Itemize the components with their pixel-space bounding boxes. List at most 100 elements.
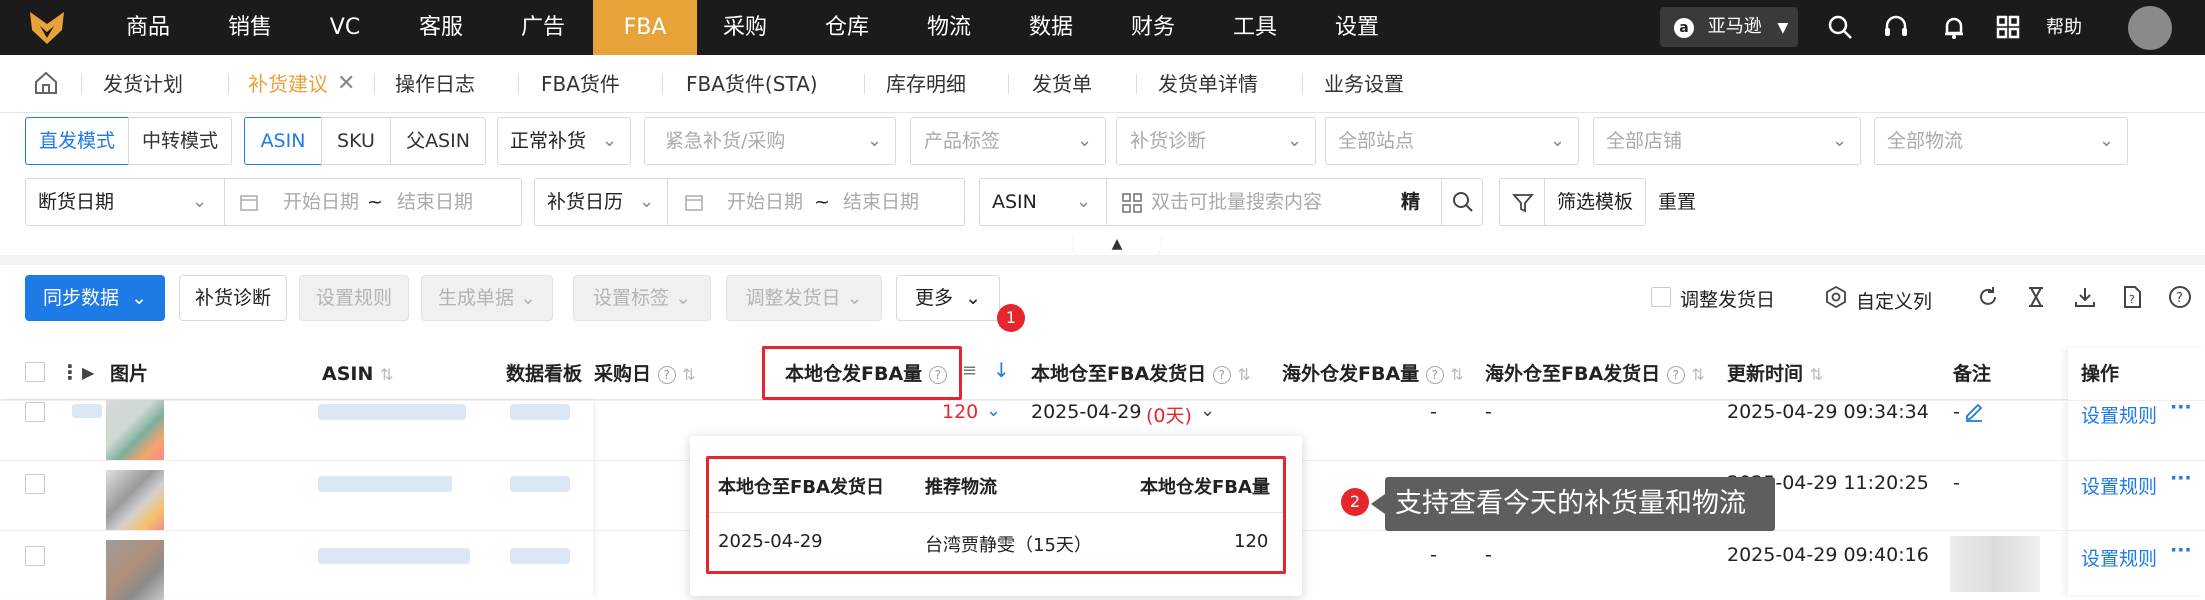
- set-rules-link[interactable]: 设置规则: [2081, 544, 2157, 571]
- sort-icon[interactable]: ⇅: [1810, 365, 1823, 384]
- replenish-diagnosis-button[interactable]: 补货诊断: [179, 275, 287, 321]
- avatar[interactable]: [2128, 6, 2172, 50]
- column-header-purchase-day[interactable]: 采购日 ? ⇅: [594, 348, 696, 400]
- column-header-local-fba-qty[interactable]: 本地仓发FBA量 ?: [785, 348, 947, 400]
- bell-icon[interactable]: [1940, 13, 1968, 41]
- row-checkbox[interactable]: [25, 546, 45, 566]
- parent-asin-toggle[interactable]: 父ASIN: [390, 117, 486, 165]
- tab-shipping-plan[interactable]: 发货计划: [103, 55, 183, 113]
- brand-logo-icon[interactable]: [28, 8, 66, 46]
- stockout-date-range[interactable]: 开始日期 ~ 结束日期: [224, 178, 522, 226]
- column-header-local-ship-day[interactable]: 本地仓至FBA发货日 ? ⇅: [1031, 348, 1251, 400]
- filter-template-button[interactable]: 筛选模板: [1544, 178, 1646, 226]
- nav-item-tools[interactable]: 工具: [1214, 0, 1296, 55]
- nav-item-warehouse[interactable]: 仓库: [806, 0, 888, 55]
- question-icon[interactable]: ?: [657, 365, 676, 384]
- product-thumbnail[interactable]: [106, 470, 164, 530]
- custom-columns-button[interactable]: 自定义列: [1856, 287, 1932, 314]
- calendar-date-range[interactable]: 开始日期 ~ 结束日期: [667, 178, 965, 226]
- column-header-overseas-fba-qty[interactable]: 海外仓发FBA量 ? ⇅: [1282, 348, 1464, 400]
- set-rules-button[interactable]: 设置规则: [299, 275, 409, 321]
- help-document-icon[interactable]: ?: [2120, 285, 2144, 314]
- search-button[interactable]: [1441, 178, 1483, 226]
- more-actions-icon[interactable]: ···: [2170, 539, 2192, 561]
- search-input[interactable]: 双击可批量搜索内容 精: [1106, 178, 1446, 226]
- hexagon-gear-icon[interactable]: [1824, 285, 1848, 314]
- tab-business-settings[interactable]: 业务设置: [1324, 55, 1404, 113]
- home-icon[interactable]: [33, 70, 59, 101]
- nav-item-ads[interactable]: 广告: [502, 0, 584, 55]
- apps-grid-icon[interactable]: [1994, 13, 2022, 41]
- collapse-filters-toggle[interactable]: ▲: [1074, 234, 1160, 256]
- product-thumbnail[interactable]: [106, 400, 164, 460]
- asin-value-blurred[interactable]: [318, 548, 470, 564]
- sort-icon[interactable]: ⇅: [1450, 365, 1463, 384]
- nav-item-sales[interactable]: 销售: [209, 0, 291, 55]
- edit-pencil-icon[interactable]: [1963, 400, 1985, 427]
- nav-item-service[interactable]: 客服: [400, 0, 482, 55]
- tab-inventory-detail[interactable]: 库存明细: [886, 55, 966, 113]
- set-rules-link[interactable]: 设置规则: [2081, 401, 2157, 428]
- sort-icon[interactable]: ⇅: [380, 365, 393, 384]
- adjust-ship-date-button[interactable]: 调整发货日 ⌄: [726, 275, 882, 321]
- set-rules-link[interactable]: 设置规则: [2081, 472, 2157, 499]
- asin-toggle[interactable]: ASIN: [244, 117, 322, 165]
- list-sort-icon[interactable]: ≡: [962, 360, 977, 381]
- more-actions-icon[interactable]: ···: [2170, 467, 2192, 489]
- expand-caret-icon[interactable]: ▶: [82, 363, 94, 382]
- asin-value-blurred[interactable]: [318, 404, 466, 420]
- asin-value-blurred[interactable]: [318, 476, 452, 492]
- tab-operation-log[interactable]: 操作日志: [395, 55, 475, 113]
- more-actions-icon[interactable]: ···: [2170, 396, 2192, 418]
- drag-handle-icon[interactable]: ⋮: [60, 360, 80, 384]
- tab-shipment-detail[interactable]: 发货单详情: [1158, 55, 1258, 113]
- batch-search-icon[interactable]: [1121, 192, 1143, 219]
- urgent-replenish-select[interactable]: 紧急补货/采购 ⌄: [644, 117, 896, 165]
- hourglass-icon[interactable]: [2024, 285, 2048, 314]
- tab-fba-shipment[interactable]: FBA货件: [541, 55, 620, 113]
- transit-mode-toggle[interactable]: 中转模式: [128, 117, 232, 165]
- question-icon[interactable]: ?: [928, 365, 947, 384]
- adjust-ship-day-checkbox[interactable]: [1651, 287, 1671, 307]
- headset-icon[interactable]: [1882, 13, 1910, 41]
- refresh-icon[interactable]: [1976, 285, 2000, 314]
- date-type-select-calendar[interactable]: 补货日历 ⌄: [534, 178, 668, 226]
- site-select[interactable]: 全部站点 ⌄: [1325, 117, 1579, 165]
- direct-mode-toggle[interactable]: 直发模式: [25, 117, 129, 165]
- question-icon[interactable]: ?: [1425, 365, 1444, 384]
- product-tag-select[interactable]: 产品标签 ⌄: [910, 117, 1106, 165]
- nav-item-fba[interactable]: FBA: [593, 0, 697, 55]
- tab-replenish-suggestion[interactable]: 补货建议: [248, 55, 328, 113]
- sort-desc-icon[interactable]: ↓: [993, 358, 1010, 382]
- question-circle-icon[interactable]: ?: [2168, 285, 2192, 314]
- select-all-checkbox[interactable]: [25, 362, 45, 382]
- help-link[interactable]: 帮助: [2046, 0, 2082, 55]
- chevron-down-icon[interactable]: ⌄: [986, 400, 1001, 421]
- reset-button[interactable]: 重置: [1658, 179, 1696, 225]
- replenish-type-select[interactable]: 正常补货 ⌄: [497, 117, 631, 165]
- nav-item-products[interactable]: 商品: [107, 0, 189, 55]
- sort-icon[interactable]: ⇅: [1691, 365, 1704, 384]
- row-checkbox[interactable]: [25, 402, 45, 422]
- tab-fba-shipment-sta[interactable]: FBA货件(STA): [686, 55, 818, 113]
- date-type-select-stockout[interactable]: 断货日期 ⌄: [25, 178, 225, 226]
- data-board-blurred[interactable]: [510, 476, 570, 492]
- nav-item-finance[interactable]: 财务: [1112, 0, 1194, 55]
- sku-toggle[interactable]: SKU: [321, 117, 391, 165]
- more-button[interactable]: 更多 ⌄: [896, 275, 1000, 321]
- replenish-diagnosis-select[interactable]: 补货诊断 ⌄: [1116, 117, 1316, 165]
- local-fba-qty-value[interactable]: 120: [942, 401, 978, 423]
- column-header-asin[interactable]: ASIN ⇅: [322, 348, 393, 400]
- column-header-overseas-ship-day[interactable]: 海外仓至FBA发货日 ? ⇅: [1485, 348, 1705, 400]
- sort-icon[interactable]: ⇅: [682, 365, 695, 384]
- column-header-updated-time[interactable]: 更新时间 ⇅: [1727, 348, 1823, 400]
- question-icon[interactable]: ?: [1212, 365, 1231, 384]
- chevron-down-icon[interactable]: ⌄: [1200, 400, 1215, 421]
- search-field-select[interactable]: ASIN ⌄: [979, 178, 1107, 226]
- generate-docs-button[interactable]: 生成单据 ⌄: [421, 275, 553, 321]
- filter-button[interactable]: [1499, 178, 1545, 226]
- set-tag-button[interactable]: 设置标签 ⌄: [573, 275, 711, 321]
- nav-item-settings[interactable]: 设置: [1316, 0, 1398, 55]
- search-icon[interactable]: [1826, 13, 1854, 41]
- data-board-blurred[interactable]: [510, 548, 570, 564]
